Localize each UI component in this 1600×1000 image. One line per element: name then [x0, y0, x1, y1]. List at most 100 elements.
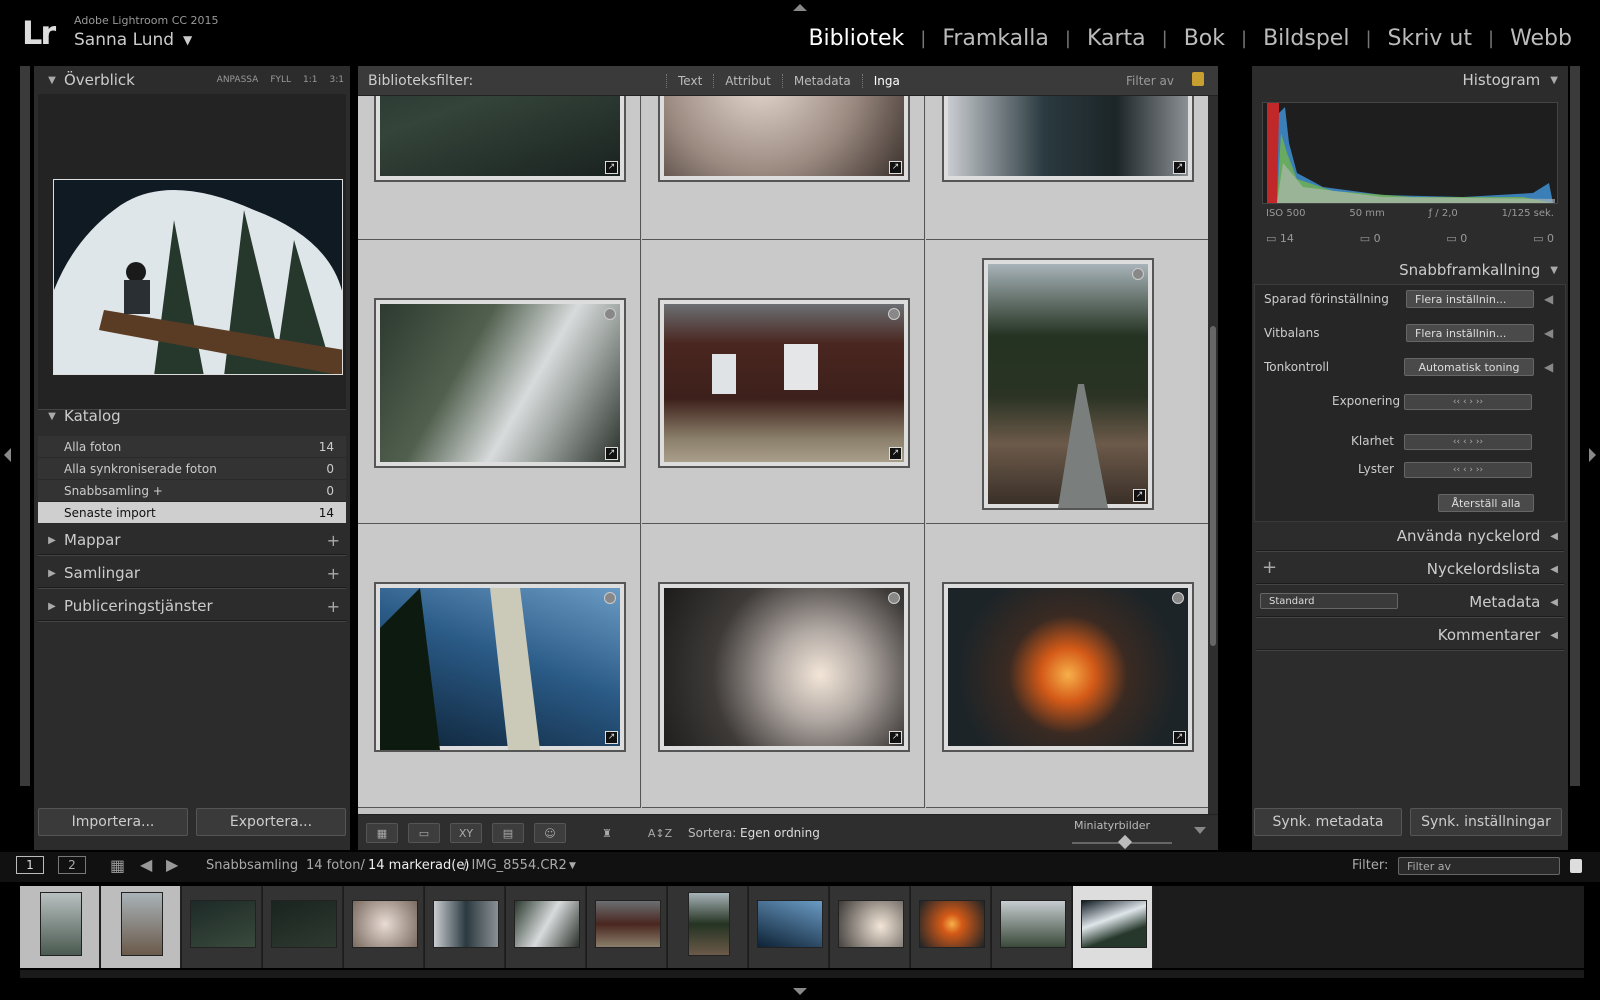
module-webb[interactable]: Webb [1494, 26, 1588, 51]
metadata-preset-select[interactable]: Standard [1260, 593, 1398, 609]
toolbar-menu-icon[interactable] [1194, 827, 1206, 834]
filmstrip-cell[interactable] [830, 886, 910, 968]
collapse-triangle-icon[interactable]: ▼ [1550, 265, 1558, 276]
secondary-window-button[interactable]: 2 [58, 856, 86, 874]
develop-badge-icon[interactable]: ↗ [889, 161, 902, 174]
develop-badge-icon[interactable]: ↗ [605, 161, 618, 174]
filmstrip-thumb[interactable] [919, 900, 985, 948]
develop-badge-icon[interactable]: ↗ [889, 731, 902, 744]
identity-plate[interactable]: Sanna Lund [74, 30, 174, 50]
catalog-item-snabbsamling[interactable]: Snabbsamling + 0 [38, 480, 346, 502]
grid-cell[interactable]: ↗ [358, 524, 641, 808]
add-folder-icon[interactable]: + [327, 531, 340, 550]
thumbnail[interactable]: ↗ [658, 298, 910, 468]
add-publish-icon[interactable]: + [327, 597, 340, 616]
collapse-top-arrow-icon[interactable] [793, 4, 807, 11]
filmstrip-cell-selected[interactable] [1073, 886, 1153, 968]
thumbnail[interactable]: ↗ [658, 582, 910, 752]
navigator-photo[interactable] [53, 179, 343, 375]
expand-triangle-icon[interactable]: ◀ [1544, 326, 1553, 340]
expand-triangle-icon[interactable]: ▶ [40, 568, 64, 579]
grid-cell[interactable]: ↗ [358, 240, 641, 524]
filmstrip-cell[interactable] [668, 886, 748, 968]
right-panel-scrollbar[interactable] [1570, 66, 1580, 786]
filmstrip-thumb[interactable] [190, 900, 256, 948]
navigator-header[interactable]: ▼ Överblick ANPASSA FYLL 1:1 3:1 [34, 66, 350, 94]
filmstrip-filename[interactable]: / IMG_8554.CR2 [463, 858, 567, 873]
flag-circle-icon[interactable] [604, 308, 616, 320]
auto-tone-button[interactable]: Automatisk toning [1404, 358, 1534, 376]
export-button[interactable]: Exportera... [196, 808, 346, 836]
vibrance-stepper[interactable]: ‹‹ ‹ › ›› [1404, 462, 1532, 478]
develop-badge-icon[interactable]: ↗ [1173, 731, 1186, 744]
filter-attribute[interactable]: Attribut [713, 73, 782, 88]
collapse-left-arrow-icon[interactable] [4, 448, 11, 462]
back-arrow-icon[interactable]: ◀ [140, 855, 152, 874]
filter-preset-select[interactable]: Filter av [1126, 74, 1174, 88]
collapse-triangle-icon[interactable]: ▼ [1550, 75, 1558, 86]
expand-triangle-icon[interactable]: ◀ [1544, 292, 1553, 306]
thumbnail[interactable]: ↗ [982, 258, 1154, 510]
keywording-header[interactable]: Använda nyckelord ◀ [1252, 522, 1568, 550]
flag-circle-icon[interactable] [888, 308, 900, 320]
sync-metadata-button[interactable]: Synk. metadata [1254, 808, 1402, 836]
catalog-item-senaste-import[interactable]: Senaste import 14 [38, 502, 346, 524]
filter-lock-icon[interactable] [1570, 859, 1582, 873]
filmstrip-cell[interactable] [20, 886, 100, 968]
flag-circle-icon[interactable] [1172, 592, 1184, 604]
lock-icon[interactable] [1192, 72, 1204, 86]
filmstrip-thumb[interactable] [1000, 900, 1066, 948]
add-keyword-icon[interactable]: + [1262, 557, 1277, 578]
filmstrip-cell[interactable] [182, 886, 262, 968]
thumbnail[interactable]: ↗ [942, 582, 1194, 752]
catalog-item-synkroniserade[interactable]: Alla synkroniserade foton 0 [38, 458, 346, 480]
filmstrip-thumb[interactable] [514, 900, 580, 948]
module-framkalla[interactable]: Framkalla [926, 26, 1065, 51]
white-balance-select[interactable]: Flera inställnin... [1406, 324, 1534, 342]
filmstrip-cell[interactable] [749, 886, 829, 968]
grid-scroll-thumb[interactable] [1210, 326, 1216, 646]
filmstrip-cell[interactable] [101, 886, 181, 968]
filmstrip-thumb[interactable] [595, 900, 661, 948]
quick-develop-header[interactable]: Snabbframkallning ▼ [1252, 256, 1568, 284]
forward-arrow-icon[interactable]: ▶ [166, 855, 178, 874]
filmstrip-cell[interactable] [911, 886, 991, 968]
develop-badge-icon[interactable]: ↗ [1133, 489, 1146, 502]
expand-triangle-icon[interactable]: ▶ [40, 535, 64, 546]
loupe-view-icon[interactable]: ▭ [408, 823, 440, 843]
filmstrip-scrollbar[interactable] [20, 970, 1584, 978]
preset-select[interactable]: Flera inställnin... [1406, 290, 1534, 308]
zoom-3-1[interactable]: 3:1 [330, 75, 344, 85]
filmstrip-cell[interactable] [263, 886, 343, 968]
grid-cell[interactable]: ↗ [926, 524, 1208, 808]
filmstrip-thumb[interactable] [838, 900, 904, 948]
module-bok[interactable]: Bok [1168, 26, 1241, 51]
grid-cell[interactable]: ↗ [926, 240, 1208, 524]
expand-triangle-icon[interactable]: ◀ [1550, 531, 1558, 542]
histogram-header[interactable]: Histogram ▼ [1252, 66, 1568, 94]
grid-cell[interactable]: ↗ [642, 524, 925, 808]
filmstrip-thumb[interactable] [433, 900, 499, 948]
module-skriv-ut[interactable]: Skriv ut [1372, 26, 1488, 51]
sort-direction-icon[interactable]: A↕Z [644, 823, 676, 843]
thumbnail[interactable]: ↗ [658, 96, 910, 182]
filmstrip-thumb[interactable] [1081, 900, 1147, 948]
painter-icon[interactable]: ♜ [596, 823, 618, 843]
publish-header[interactable]: ▶ Publiceringstjänster + [34, 592, 350, 620]
filter-none[interactable]: Inga [861, 73, 911, 88]
expand-triangle-icon[interactable]: ◀ [1550, 564, 1558, 575]
expand-triangle-icon[interactable]: ◀ [1550, 597, 1558, 608]
flag-circle-icon[interactable] [1132, 268, 1144, 280]
sort-select[interactable]: Egen ordning [740, 826, 820, 840]
module-bildspel[interactable]: Bildspel [1247, 26, 1365, 51]
filmstrip-cell[interactable] [506, 886, 586, 968]
filter-text[interactable]: Text [666, 73, 713, 88]
filmstrip-thumb[interactable] [688, 892, 730, 956]
filmstrip-source[interactable]: Snabbsamling [206, 858, 298, 873]
thumbnail-size-handle[interactable] [1117, 834, 1133, 850]
filmstrip-filter-select[interactable]: Filter av [1398, 857, 1560, 875]
metadata-header[interactable]: Standard Metadata ◀ [1252, 588, 1568, 616]
exposure-stepper[interactable]: ‹‹ ‹ › ›› [1404, 394, 1532, 410]
grid-view-icon[interactable]: ▦ [366, 823, 398, 843]
thumbnail[interactable]: ↗ [942, 96, 1194, 182]
